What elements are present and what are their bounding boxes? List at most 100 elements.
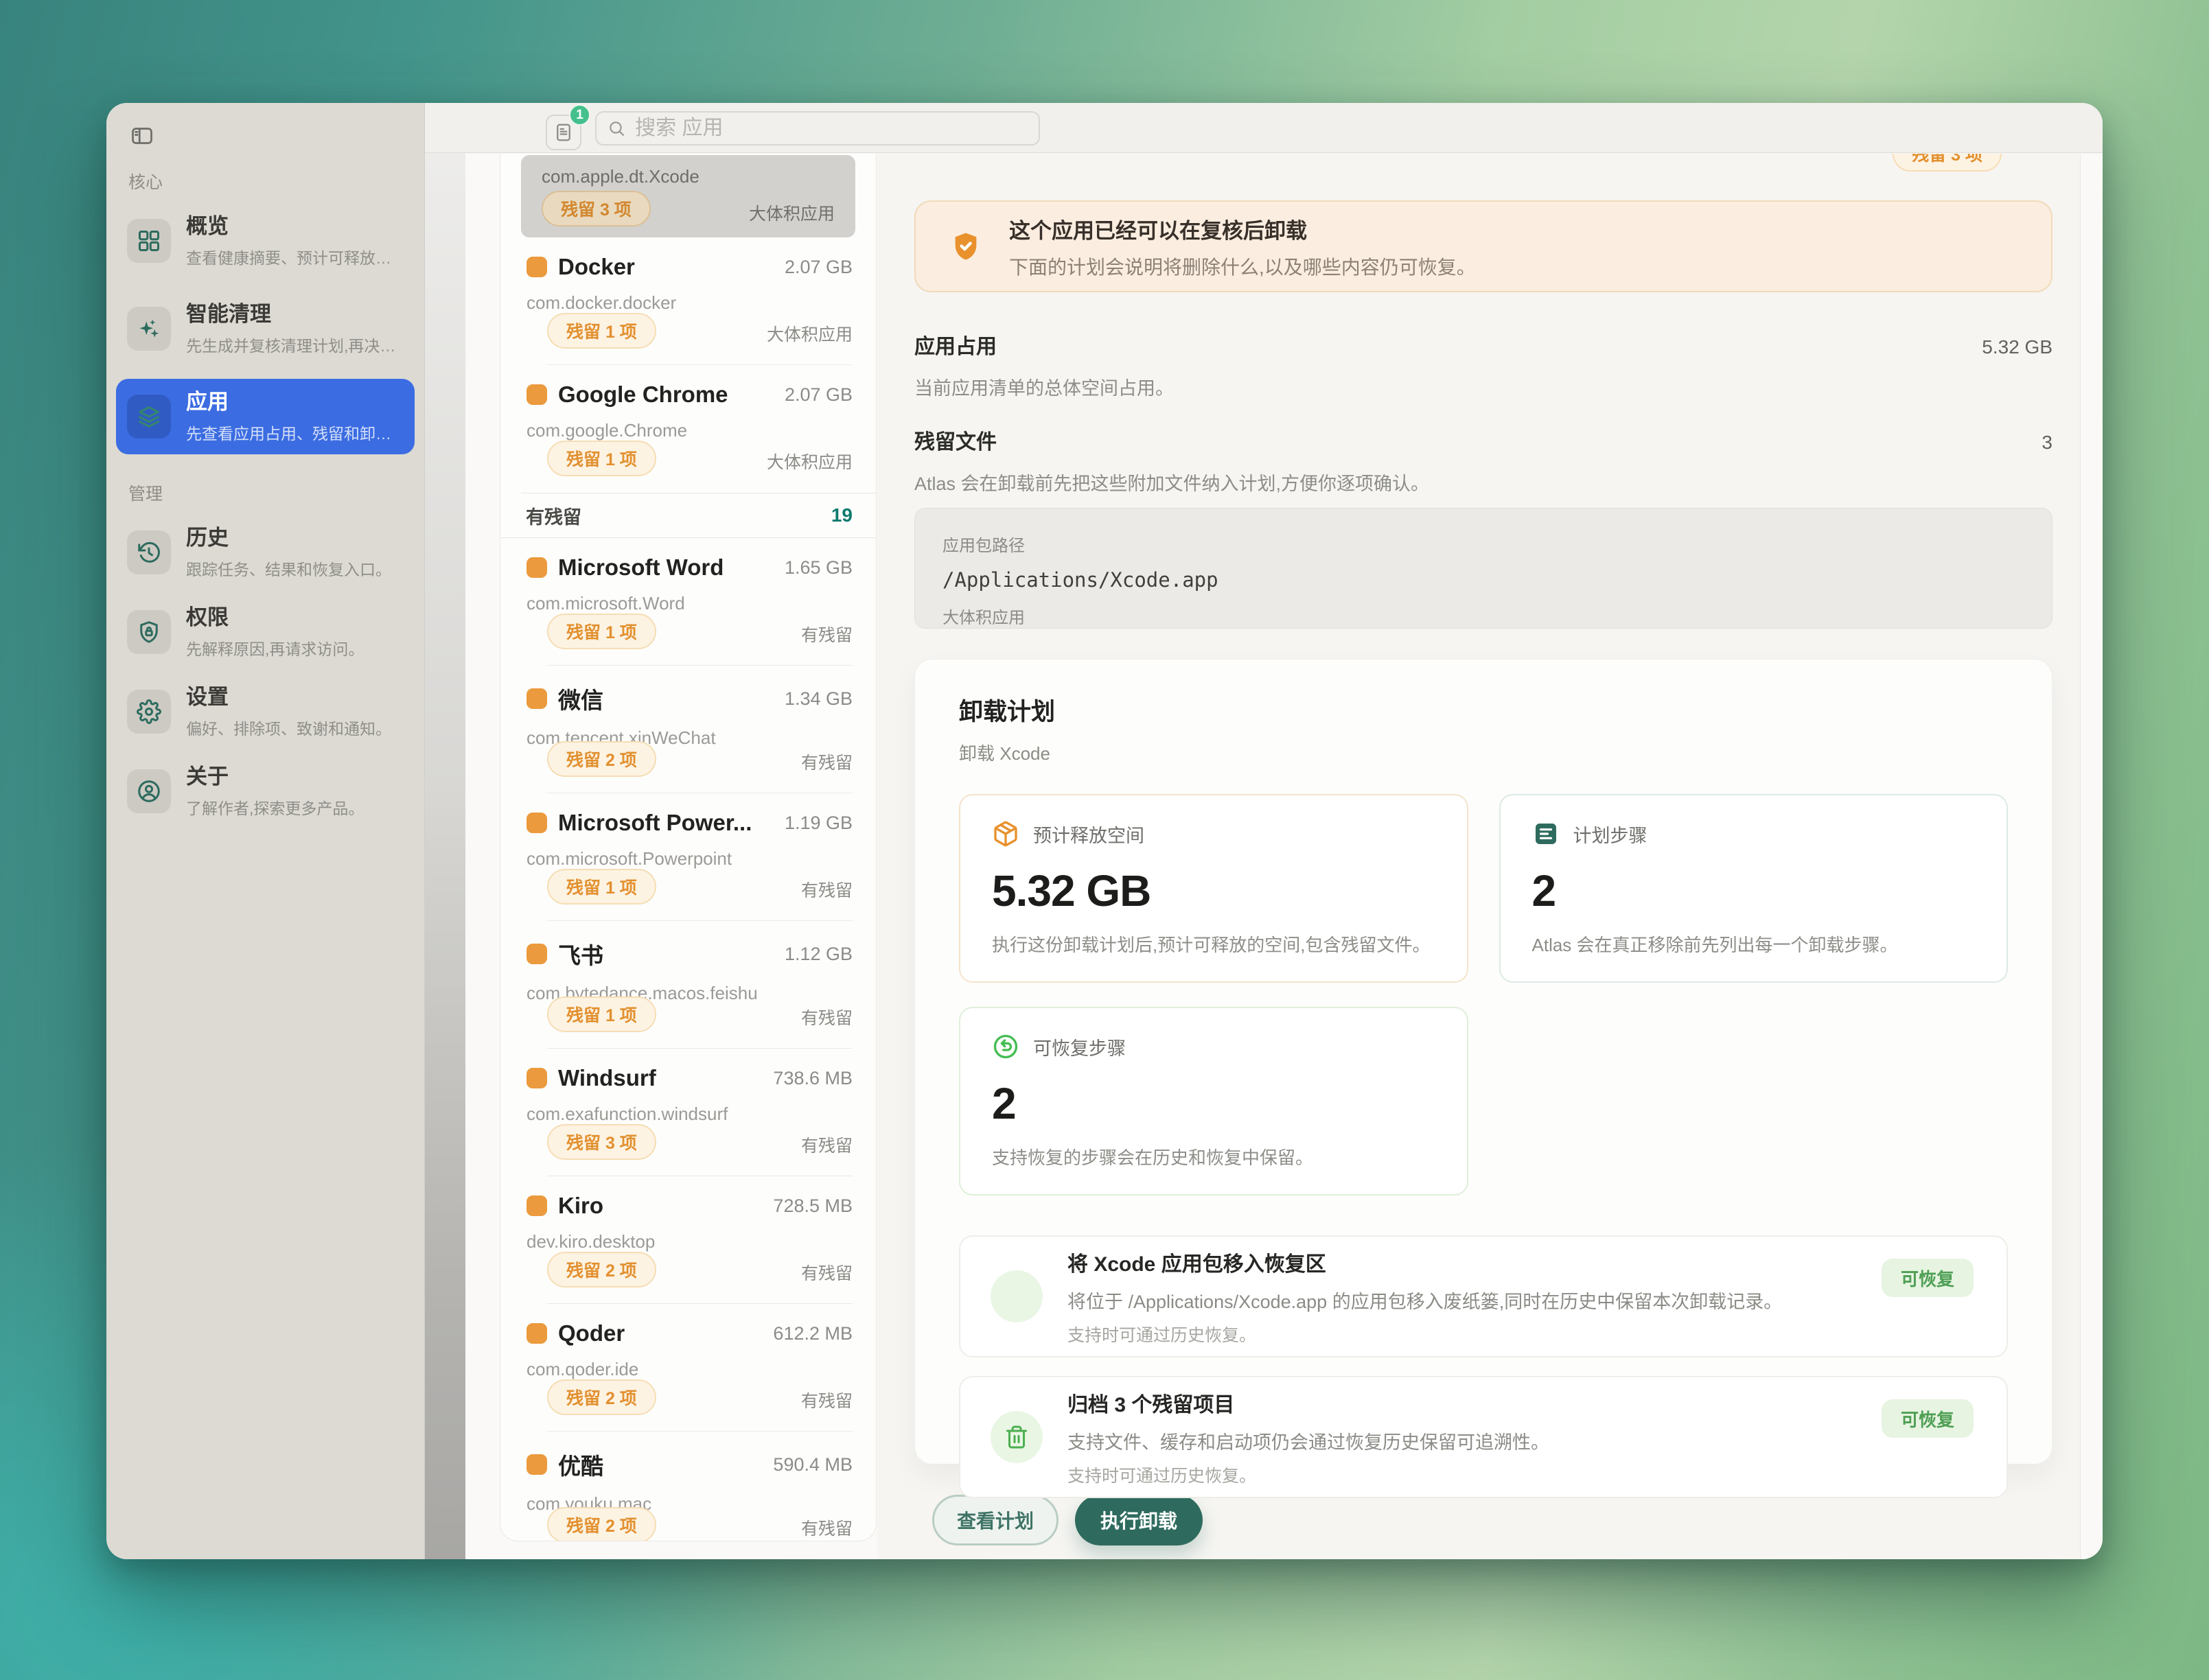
sidebar-item-title: 概览 [186, 213, 404, 240]
sidebar-item-desc: 先查看应用占用、残留和卸载计… [186, 421, 404, 444]
sidebar-item-texts: 应用 先查看应用占用、残留和卸载计… [186, 389, 404, 445]
app-icon [527, 944, 547, 964]
sidebar-item-texts: 权限 先解释原因,再请求访问。 [186, 605, 364, 660]
sidebar-manage-items: 历史 跟踪任务、结果和恢复入口。 [116, 515, 415, 829]
plan-stat-card: 预计释放空间 5.32 GB 执行这份卸载计划后,预计可释放的空间,包含残留文件… [959, 794, 1468, 983]
leftover-badge: 残留 1 项 [547, 869, 656, 905]
recoverable-badge: 可恢复 [1882, 1259, 1974, 1297]
sidebar-item-texts: 历史 跟踪任务、结果和恢复入口。 [186, 525, 391, 581]
app-row-selected-xcode[interactable]: com.apple.dt.Xcode 残留 3 项 大体积应用 [521, 155, 855, 237]
stat-desc: 执行这份卸载计划后,预计可释放的空间,包含残留文件。 [992, 931, 1435, 957]
app-bundle-id: com.qoder.ide [527, 1359, 855, 1380]
step-title: 将 Xcode 应用包移入恢复区 [1067, 1247, 1782, 1277]
search-icon [608, 119, 625, 138]
sidebar-toggle-icon[interactable] [126, 121, 159, 151]
scrollbar-gutter[interactable] [2080, 154, 2103, 1559]
app-icon [527, 1068, 547, 1088]
sidebar-item[interactable]: 概览 查看健康摘要、预计可释放空间… [116, 203, 415, 279]
app-name: Microsoft Word [558, 555, 724, 581]
step-desc: 将位于 /Applications/Xcode.app 的应用包移入废纸篓,同时… [1067, 1287, 1782, 1314]
app-tag: 有残留 [801, 1515, 853, 1540]
app-size: 1.34 GB [785, 688, 853, 710]
app-tag: 有残留 [801, 1260, 853, 1285]
leftover-badge: 残留 1 项 [547, 614, 656, 649]
app-row[interactable]: Docker 2.07 GB com.docker.docker 残留 1 项 … [521, 237, 855, 365]
sidebar-item-desc: 先生成并复核清理计划,再决定… [186, 333, 404, 356]
step-desc: 支持文件、缓存和启动项仍会通过恢复历史保留可追溯性。 [1067, 1427, 1549, 1454]
overview-row: 残留文件 3 Atlas 会在卸载前先把这些附加文件纳入计划,方便你逐项确认。 [914, 425, 2052, 495]
sidebar-item-desc: 了解作者,探索更多产品。 [186, 795, 364, 819]
app-bundle-id: com.exafunction.windsurf [527, 1104, 855, 1125]
view-plan-button[interactable]: 查看计划 [932, 1495, 1059, 1545]
stat-desc: 支持恢复的步骤会在历史和恢复中保留。 [992, 1144, 1435, 1169]
app-tag: 有残留 [801, 749, 853, 774]
plan-count-badge: 1 [569, 104, 590, 126]
step-icon [991, 1270, 1043, 1322]
sidebar-item-texts: 概览 查看健康摘要、预计可释放空间… [186, 213, 404, 269]
sidebar-item-texts: 关于 了解作者,探索更多产品。 [186, 764, 364, 819]
sidebar-item-title: 关于 [186, 764, 364, 791]
app-row[interactable]: Microsoft Word 1.65 GB com.microsoft.Wor… [521, 538, 855, 666]
sidebar-item[interactable]: 智能清理 先生成并复核清理计划,再决定… [116, 291, 415, 366]
step-note: 支持时可通过历史恢复。 [1067, 1322, 1782, 1346]
app-row[interactable]: Kiro 728.5 MB dev.kiro.desktop 残留 2 项 有残… [521, 1176, 855, 1304]
overview-value: 5.32 GB [1982, 336, 2052, 358]
sidebar-item[interactable]: 应用 先查看应用占用、残留和卸载计… [116, 379, 415, 454]
app-tag: 有残留 [801, 1132, 853, 1157]
sidebar-item-icon [127, 769, 171, 813]
leftover-badge: 残留 1 项 [547, 441, 656, 476]
sidebar-item-desc: 偏好、排除项、致谢和通知。 [186, 716, 391, 739]
app-bundle-id: com.microsoft.Powerpoint [527, 848, 855, 870]
sidebar-item[interactable]: 关于 了解作者,探索更多产品。 [116, 754, 415, 829]
overview-rows: 应用占用 5.32 GB 当前应用清单的总体空间占用。 残留文件 3 Atlas… [914, 329, 2052, 495]
leftover-badge: 残留 3 项 [547, 1124, 656, 1160]
path-tag: 大体积应用 [942, 604, 2024, 628]
sidebar-item-title: 设置 [186, 684, 391, 711]
list-section-header: 有残留 19 [500, 493, 876, 538]
leftover-badge: 残留 1 项 [547, 996, 656, 1032]
sidebar-item[interactable]: 设置 偏好、排除项、致谢和通知。 [116, 674, 415, 749]
app-tag: 有残留 [801, 1388, 853, 1412]
sidebar-core-items: 概览 查看健康摘要、预计可释放空间… [116, 203, 415, 454]
sidebar-item-icon [127, 219, 171, 263]
column-gap [425, 153, 465, 1559]
leftover-badge: 残留 2 项 [547, 1507, 656, 1541]
stat-label: 可恢复步骤 [1033, 1034, 1126, 1060]
plan-steps: 将 Xcode 应用包移入恢复区 将位于 /Applications/Xcode… [959, 1235, 2008, 1498]
app-size: 1.19 GB [785, 813, 853, 834]
app-row[interactable]: Google Chrome 2.07 GB com.google.Chrome … [521, 365, 855, 493]
sidebar-item-icon [127, 690, 171, 734]
app-row[interactable]: Microsoft Power... 1.19 GB com.microsoft… [521, 793, 855, 921]
overview-row: 应用占用 5.32 GB 当前应用清单的总体空间占用。 [914, 329, 2052, 400]
plan-step: 将 Xcode 应用包移入恢复区 将位于 /Applications/Xcode… [959, 1235, 2008, 1357]
app-row[interactable]: 优酷 590.4 MB com.youku.mac 残留 2 项 有残留 [521, 1432, 855, 1541]
app-tag: 大体积应用 [749, 200, 835, 225]
app-size: 738.6 MB [773, 1068, 853, 1089]
app-row[interactable]: Windsurf 738.6 MB com.exafunction.windsu… [521, 1049, 855, 1176]
plan-title: 卸载计划 [959, 692, 2008, 727]
app-size: 728.5 MB [773, 1195, 853, 1217]
app-path-box: 应用包路径 /Applications/Xcode.app 大体积应用 [914, 508, 2052, 629]
app-icon [527, 384, 547, 405]
sidebar-item[interactable]: 历史 跟踪任务、结果和恢复入口。 [116, 515, 415, 590]
search-field[interactable] [595, 111, 1040, 145]
step-note: 支持时可通过历史恢复。 [1067, 1462, 1549, 1487]
section-label: 有残留 [526, 502, 581, 529]
sidebar-item-texts: 设置 偏好、排除项、致谢和通知。 [186, 684, 391, 740]
leftover-badge: 残留 2 项 [547, 1252, 656, 1287]
sidebar-item[interactable]: 权限 先解释原因,再请求访问。 [116, 594, 415, 670]
app-row[interactable]: 微信 1.34 GB com.tencent.xinWeChat 残留 2 项 … [521, 666, 855, 793]
app-list-top: Docker 2.07 GB com.docker.docker 残留 1 项 … [500, 237, 876, 493]
app-icon [527, 1323, 547, 1344]
sidebar-item-icon [127, 530, 171, 574]
app-row[interactable]: 飞书 1.12 GB com.bytedance.macos.feishu 残留… [521, 921, 855, 1049]
plan-stat-card: 可恢复步骤 2 支持恢复的步骤会在历史和恢复中保留。 [959, 1007, 1468, 1195]
app-tag: 大体积应用 [767, 321, 853, 346]
app-row[interactable]: Qoder 612.2 MB com.qoder.ide 残留 2 项 有残留 [521, 1304, 855, 1432]
search-input[interactable] [635, 117, 1028, 140]
app-icon [527, 1195, 547, 1216]
app-name: 优酷 [558, 1448, 603, 1481]
execute-uninstall-button[interactable]: 执行卸载 [1075, 1495, 1203, 1545]
app-tag: 有残留 [801, 622, 853, 646]
app-window: 核心 概览 查看健康摘要、预计可 [106, 103, 2103, 1559]
